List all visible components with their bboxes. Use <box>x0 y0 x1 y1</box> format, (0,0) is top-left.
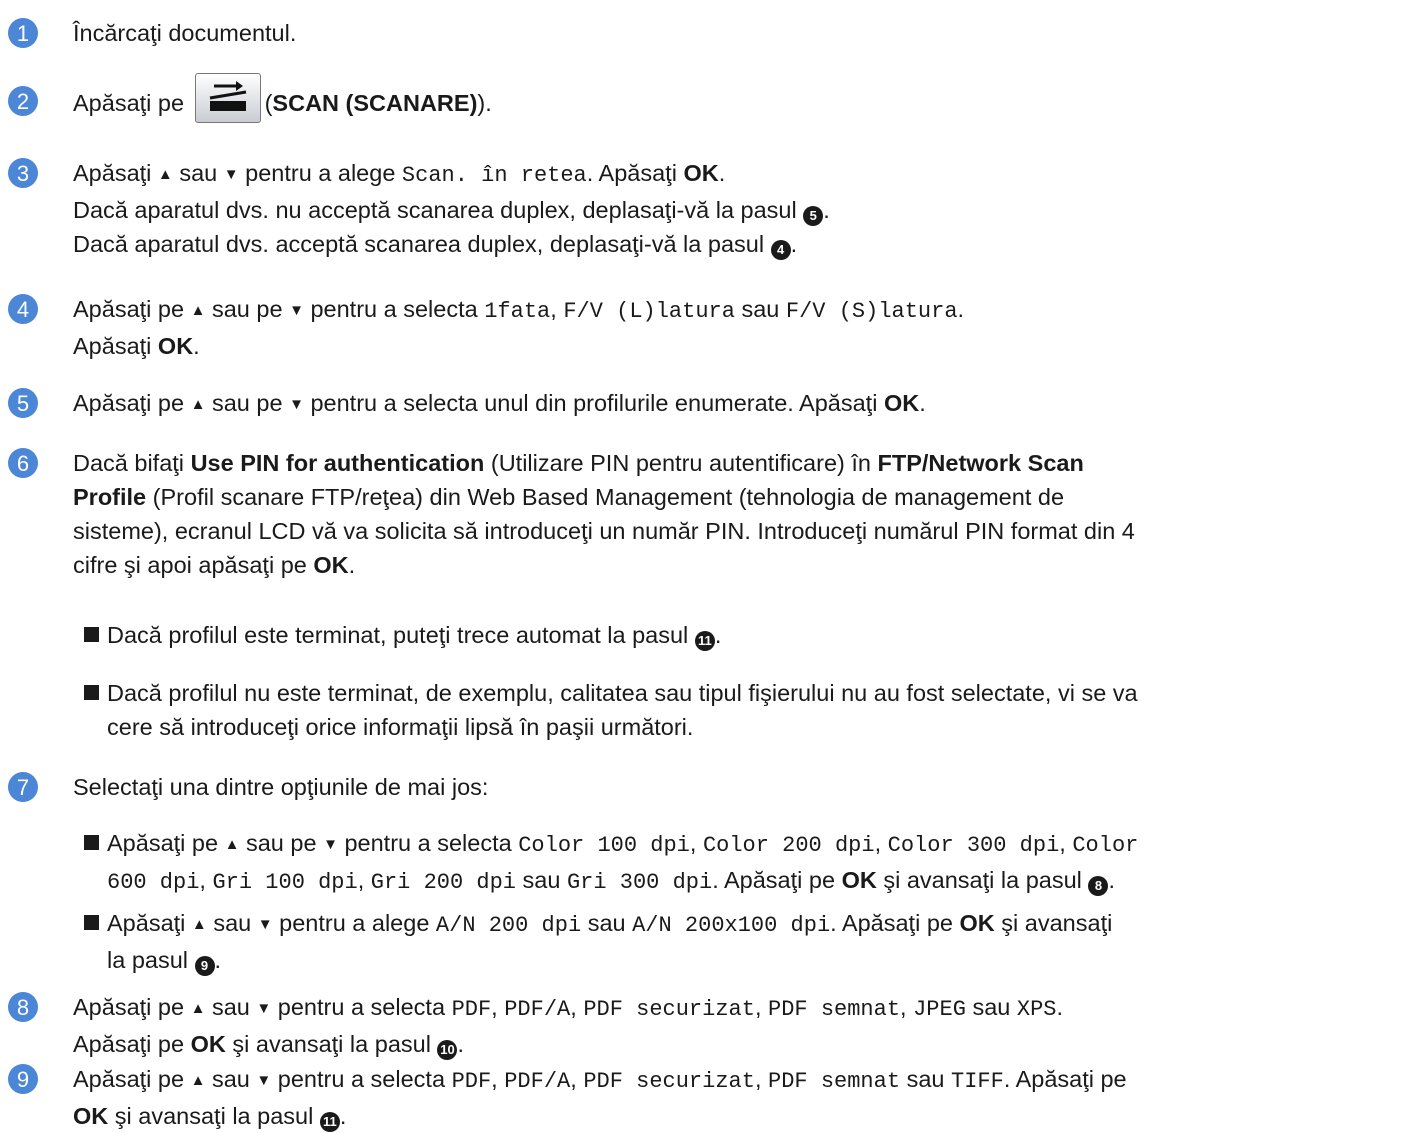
up-arrow-icon: ▲ <box>190 1072 206 1089</box>
down-arrow-icon: ▼ <box>256 1072 272 1089</box>
bullet-icon <box>84 627 99 642</box>
step-ref-icon: 4 <box>770 240 791 260</box>
step-ref-icon: 11 <box>319 1112 340 1132</box>
step-text: Încărcaţi documentul. <box>73 20 297 46</box>
bullet-item: Apăsaţi ▲ sau ▼ pentru a alege A/N 200 d… <box>84 906 1394 977</box>
step-ref-icon: 5 <box>803 206 824 226</box>
bullet-item: Dacă profilul nu este terminat, de exemp… <box>84 676 1394 744</box>
step-text: Apăsaţi pe ▲ sau ▼ pentru a selecta PDF,… <box>73 990 1394 1061</box>
step-number: 5 <box>8 388 38 418</box>
step-text: Apăsaţi ▲ sau ▼ pentru a alege Scan. în … <box>73 156 1394 261</box>
down-arrow-icon: ▼ <box>223 166 239 183</box>
up-arrow-icon: ▲ <box>190 396 206 413</box>
down-arrow-icon: ▼ <box>289 396 304 413</box>
scan-button[interactable] <box>194 73 261 123</box>
up-arrow-icon: ▲ <box>190 1000 206 1017</box>
down-arrow-icon: ▼ <box>257 916 273 933</box>
step-number: 8 <box>8 992 38 1022</box>
bullet-item: Apăsaţi pe ▲ sau pe ▼ pentru a selecta C… <box>84 826 1394 900</box>
step-number: 3 <box>8 158 38 188</box>
step-text: Apăsaţi pe ▲ sau pe ▼ pentru a selecta u… <box>73 390 926 416</box>
step-ref-icon: 9 <box>194 956 215 976</box>
step-number: 4 <box>8 294 38 324</box>
step-text: Apăsaţi pe (SCAN (SCANARE)). <box>73 73 1394 126</box>
up-arrow-icon: ▲ <box>157 166 173 183</box>
up-arrow-icon: ▲ <box>224 836 240 853</box>
bullet-icon <box>84 835 99 850</box>
down-arrow-icon: ▼ <box>323 836 338 853</box>
step-ref-icon: 8 <box>1088 876 1109 896</box>
step-ref-icon: 10 <box>437 1040 458 1060</box>
step-number: 9 <box>8 1064 38 1094</box>
step-number: 6 <box>8 448 38 478</box>
bullet-icon <box>84 915 99 930</box>
up-arrow-icon: ▲ <box>191 916 207 933</box>
down-arrow-icon: ▼ <box>256 1000 272 1017</box>
step-text: Selectaţi una dintre opţiunile de mai jo… <box>73 774 489 800</box>
scan-icon <box>209 81 246 111</box>
step-number: 7 <box>8 772 38 802</box>
step-number: 2 <box>8 86 38 116</box>
up-arrow-icon: ▲ <box>190 302 206 319</box>
step-text: Apăsaţi pe ▲ sau ▼ pentru a selecta PDF,… <box>73 1062 1394 1133</box>
step-text: Apăsaţi pe ▲ sau pe ▼ pentru a selecta 1… <box>73 296 965 359</box>
bullet-icon <box>84 685 99 700</box>
step-ref-icon: 11 <box>694 631 715 651</box>
step-text: Dacă bifaţi Use PIN for authentication (… <box>73 450 1135 578</box>
step-number: 1 <box>8 18 38 48</box>
down-arrow-icon: ▼ <box>289 302 304 319</box>
bullet-item: Dacă profilul este terminat, puteţi trec… <box>84 618 1394 652</box>
